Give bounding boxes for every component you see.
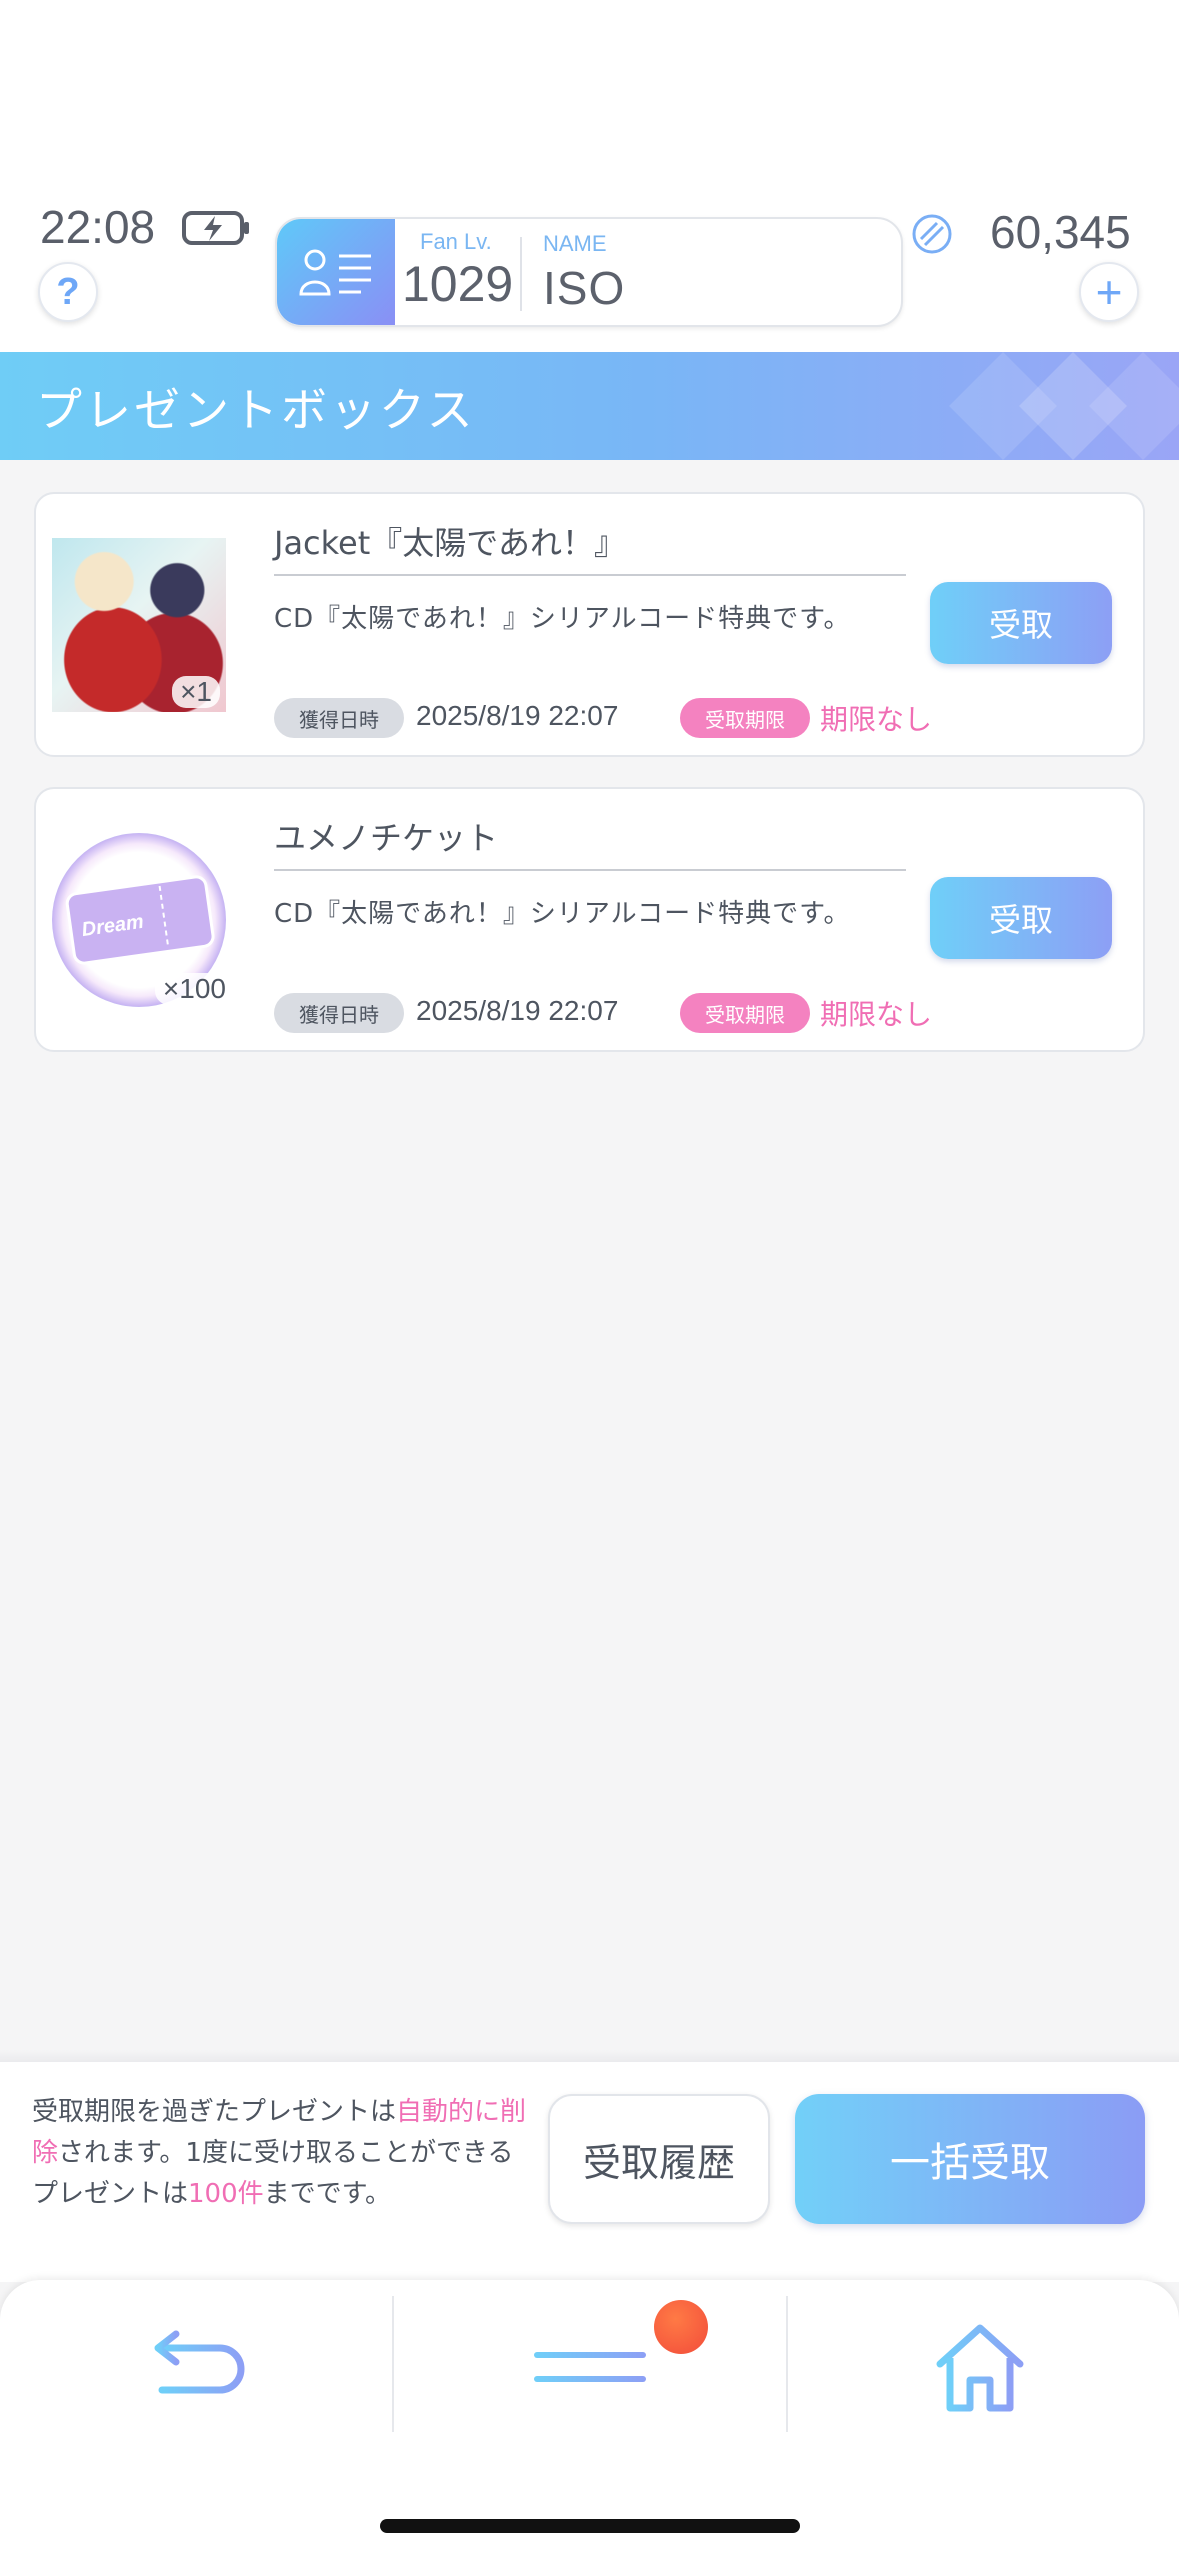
fan-level-value: 1029 — [402, 256, 514, 312]
plus-icon: + — [1095, 266, 1123, 318]
banner-decoration — [949, 352, 1179, 460]
nav-separator — [392, 2296, 394, 2432]
expiry-tag: 受取期限 — [680, 698, 810, 738]
quantity-badge: ×1 — [172, 676, 220, 708]
jacket-thumbnail: ×1 — [52, 538, 226, 712]
present-description: CD『太陽であれ！』シリアルコード特典です。 — [274, 604, 851, 634]
title-underline — [274, 574, 906, 576]
dream-ticket-thumbnail: Dream ×100 — [52, 833, 234, 1007]
present-description: CD『太陽であれ！』シリアルコード特典です。 — [274, 899, 851, 929]
fan-level-label: Fan Lv. — [420, 229, 492, 254]
expiry-value: 期限なし — [820, 703, 933, 736]
title-underline — [274, 869, 906, 871]
acquired-date: 2025/8/19 22:07 — [416, 995, 619, 1026]
divider — [520, 237, 522, 311]
name-label: NAME — [543, 231, 607, 256]
acquired-date: 2025/8/19 22:07 — [416, 700, 619, 731]
status-time: 22:08 — [40, 201, 156, 253]
present-title: ユメノチケット — [274, 819, 499, 857]
receive-button[interactable]: 受取 — [930, 582, 1112, 664]
quantity-badge: ×100 — [154, 973, 234, 1005]
gem-icon — [912, 214, 952, 254]
present-item: Dream ×100 ユメノチケット CD『太陽であれ！』シリアルコード特典です… — [34, 787, 1145, 1052]
profile-list-icon — [277, 219, 395, 325]
home-icon[interactable] — [930, 2318, 1030, 2418]
note-highlight: 100件 — [188, 2179, 264, 2209]
bulk-receive-button[interactable]: 一括受取 — [795, 2094, 1145, 2224]
expiry-value: 期限なし — [820, 998, 933, 1031]
charging-battery-icon — [182, 211, 249, 245]
ticket-icon: Dream — [65, 875, 215, 965]
currency-value: 60,345 — [990, 206, 1131, 258]
page-title: プレゼントボックス — [36, 383, 476, 437]
menu-icon[interactable] — [520, 2330, 660, 2410]
acquired-tag: 獲得日時 — [274, 993, 404, 1033]
footer-note: 受取期限を過ぎたプレゼントは自動的に削除されます。1度に受け取ることができるプレ… — [32, 2097, 527, 2209]
notification-dot — [654, 2300, 708, 2354]
help-button[interactable]: ? — [38, 262, 98, 322]
receive-history-button[interactable]: 受取履歴 — [548, 2094, 770, 2224]
profile-card[interactable]: Fan Lv. 1029 NAME ISO — [275, 217, 903, 327]
back-arrow-icon[interactable] — [140, 2320, 260, 2420]
player-name: ISO — [543, 262, 626, 314]
acquired-tag: 獲得日時 — [274, 698, 404, 738]
add-currency-button[interactable]: + — [1079, 262, 1139, 322]
help-icon: ? — [56, 270, 80, 313]
page-title-banner: プレゼントボックス — [0, 352, 1179, 460]
nav-separator — [786, 2296, 788, 2432]
home-indicator[interactable] — [380, 2519, 800, 2533]
present-item: ×1 Jacket『太陽であれ！』 CD『太陽であれ！』シリアルコード特典です。… — [34, 492, 1145, 757]
present-title: Jacket『太陽であれ！』 — [274, 524, 626, 562]
expiry-tag: 受取期限 — [680, 993, 810, 1033]
receive-button[interactable]: 受取 — [930, 877, 1112, 959]
